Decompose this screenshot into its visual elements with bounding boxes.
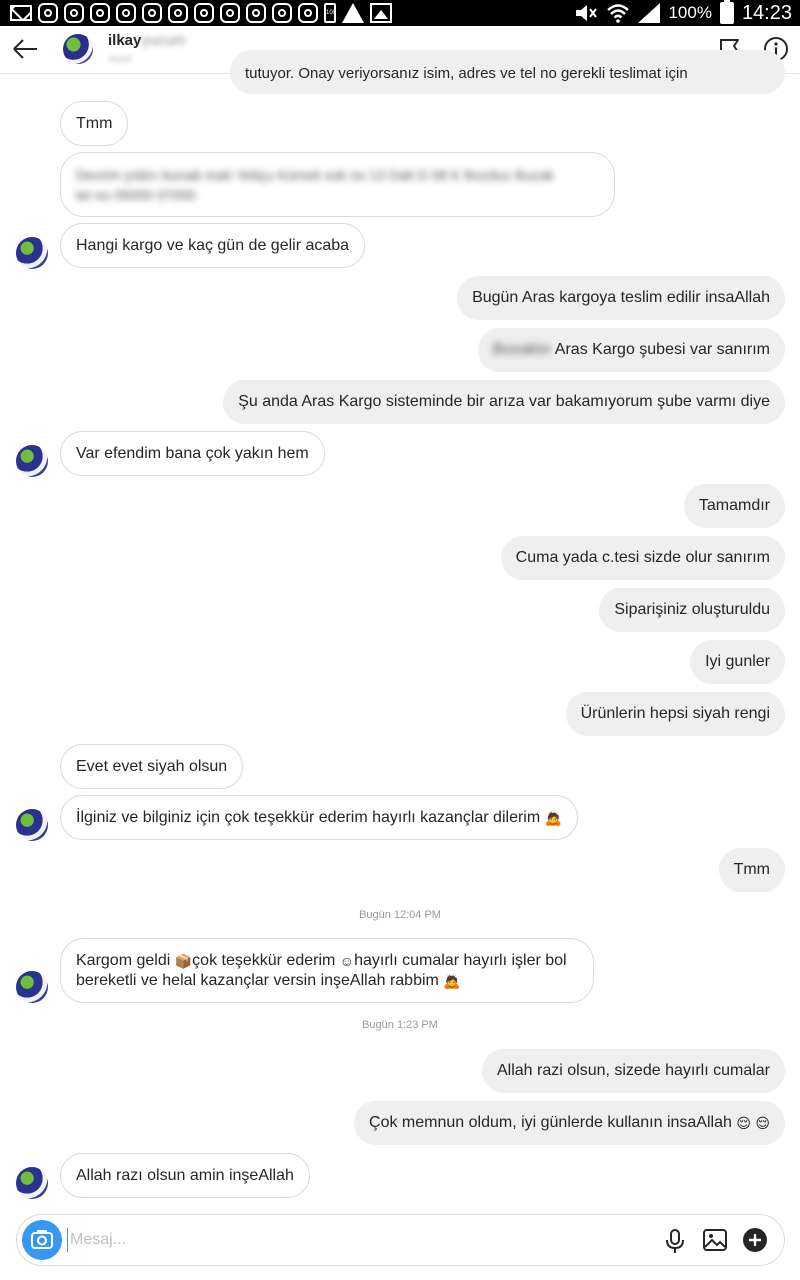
person-bowing-emoji-icon: 🙇: [443, 973, 461, 990]
message-text: çok teşekkür ederim: [192, 952, 336, 970]
instagram-icon: [38, 3, 58, 23]
message-text: Bugün Aras kargoya teslim edilir insaAll…: [472, 289, 770, 306]
message-text: Allah razi olsun, sizede hayırlı cumalar: [496, 1062, 770, 1079]
message-outgoing[interactable]: Siparişiniz oluşturuldu: [599, 588, 785, 632]
message-text: Aras Kargo şubesi var sanırım: [554, 341, 770, 358]
message-text: hayırlı cumalar hayırlı işler bol: [354, 952, 567, 970]
message-incoming[interactable]: Evet evet siyah olsun: [60, 744, 244, 789]
message-text-redacted: Devrim yıldırı bunab mah Yeltçu Kümeli s…: [76, 167, 554, 183]
battery-percent: 100%: [668, 3, 712, 22]
message-outgoing[interactable]: Ürünlerin hepsi siyah rengi: [565, 692, 785, 736]
message-text: Tmm: [733, 861, 770, 878]
message-text: Siparişiniz oluşturuldu: [614, 601, 770, 618]
message-outgoing[interactable]: Allah razi olsun, sizede hayırlı cumalar: [481, 1049, 785, 1093]
contact-avatar[interactable]: [63, 34, 93, 64]
message-text-redacted: tel no 05000 07000: [76, 187, 196, 203]
mail-icon: [10, 5, 32, 21]
sender-avatar[interactable]: [16, 445, 48, 477]
message-timestamp: Bugün 1:23 PM: [362, 1019, 438, 1031]
message-incoming[interactable]: Allah razı olsun amin inşeAllah: [60, 1153, 310, 1198]
wifi-icon: [607, 4, 630, 23]
message-incoming[interactable]: Hangi kargo ve kaç gün de gelir acaba: [60, 223, 366, 268]
message-timestamp: Bugün 12:04 PM: [359, 909, 441, 921]
notification-icons: 100: [10, 3, 392, 23]
message-composer: [16, 1214, 785, 1266]
package-emoji-icon: 📦: [174, 953, 193, 969]
instagram-icon: [298, 3, 318, 23]
message-text: Iyi gunler: [705, 653, 770, 670]
system-status: 100% 14:23: [574, 0, 792, 26]
message-text: Cuma yada c.tesi sizde olur sanırım: [515, 549, 770, 566]
instagram-icon: [220, 3, 240, 23]
message-outgoing[interactable]: Tamamdır: [683, 484, 785, 528]
message-text: Şu anda Aras Kargo sisteminde bir arıza …: [238, 393, 770, 410]
sender-avatar[interactable]: [16, 809, 48, 841]
smiling-emoji-icon: ☺: [339, 953, 355, 969]
instagram-icon: [194, 3, 214, 23]
status-bar: 100 100% 14:23: [0, 0, 800, 26]
message-text: Evet evet siyah olsun: [76, 758, 228, 775]
message-outgoing[interactable]: tutuyor. Onay veriyorsanız isim, adres v…: [230, 50, 785, 94]
message-outgoing[interactable]: Iyi gunler: [690, 640, 785, 684]
message-text: Ürünlerin hepsi siyah rengi: [580, 705, 770, 722]
instagram-icon: [90, 3, 110, 23]
instagram-icon: [246, 3, 266, 23]
message-text: bereketli ve helal kazançlar versin inşe…: [76, 972, 439, 990]
arrow-left-icon[interactable]: [10, 34, 40, 64]
message-incoming[interactable]: İlginiz ve bilginiz için çok teşekkür ed…: [60, 795, 579, 840]
camera-icon: [31, 1230, 53, 1249]
battery-icon: [719, 0, 734, 24]
message-outgoing[interactable]: Çok memnun oldum, iyi günlerde kullanın …: [354, 1101, 785, 1145]
message-incoming[interactable]: Var efendim bana çok yakın hem: [60, 431, 325, 476]
message-text: Allah razı olsun amin inşeAllah: [76, 1167, 294, 1184]
message-incoming-redacted[interactable]: Devrim yıldırı bunab mah Yeltçu Kümeli s…: [60, 152, 615, 217]
sender-avatar[interactable]: [16, 1167, 48, 1199]
instagram-icon: [142, 3, 162, 23]
image-icon[interactable]: [702, 1227, 728, 1253]
clock: 14:23: [741, 1, 792, 24]
sender-avatar[interactable]: [16, 237, 48, 269]
message-outgoing[interactable]: Bozaktır Aras Kargo şubesi var sanırım: [477, 328, 785, 372]
message-outgoing[interactable]: Bugün Aras kargoya teslim edilir insaAll…: [457, 276, 785, 320]
message-incoming[interactable]: Kargom geldi 📦çok teşekkür ederim ☺hayır…: [60, 938, 594, 1003]
contact-name[interactable]: ilkayyucum: [108, 32, 186, 49]
relieved-face-emoji-icon: 😌: [755, 1115, 770, 1131]
battery-full-icon: 100: [324, 3, 336, 23]
message-text: Tmm: [76, 115, 113, 132]
relieved-face-emoji-icon: 😌: [736, 1115, 751, 1131]
instagram-icon: [116, 3, 136, 23]
message-text: Kargom geldi: [76, 952, 171, 970]
message-text: tutuyor. Onay veriyorsanız isim, adres v…: [245, 65, 688, 82]
sender-avatar[interactable]: [16, 971, 48, 1003]
message-incoming[interactable]: Tmm: [60, 101, 129, 146]
message-text: İlginiz ve bilginiz için çok teşekkür ed…: [76, 809, 541, 827]
microphone-icon[interactable]: [663, 1228, 687, 1254]
message-outgoing[interactable]: Şu anda Aras Kargo sisteminde bir arıza …: [223, 380, 785, 424]
contact-name-text: ilkay: [108, 32, 142, 49]
image-notification-icon: [370, 3, 392, 23]
message-text: Çok memnun oldum, iyi günlerde kullanın …: [369, 1114, 732, 1132]
instagram-icon: [168, 3, 188, 23]
message-outgoing[interactable]: Tmm: [718, 848, 785, 892]
person-bowing-emoji-icon: 🙇: [544, 810, 563, 826]
contact-subtitle: Aktif: [108, 52, 132, 66]
plus-circle-icon[interactable]: [742, 1227, 768, 1253]
message-text: Hangi kargo ve kaç gün de gelir acaba: [76, 237, 350, 254]
message-text: Tamamdır: [698, 497, 770, 514]
message-text: Var efendim bana çok yakın hem: [76, 445, 309, 462]
instagram-icon: [272, 3, 292, 23]
message-outgoing[interactable]: Cuma yada c.tesi sizde olur sanırım: [500, 536, 785, 580]
message-input[interactable]: [67, 1228, 627, 1252]
contact-name-redacted: yucum: [141, 32, 186, 49]
instagram-icon: [64, 3, 84, 23]
camera-button[interactable]: [22, 1220, 62, 1260]
warning-icon: [342, 3, 364, 23]
mute-icon: [576, 5, 598, 21]
message-text-redacted: Bozaktır: [492, 341, 552, 358]
signal-icon: [638, 3, 661, 23]
